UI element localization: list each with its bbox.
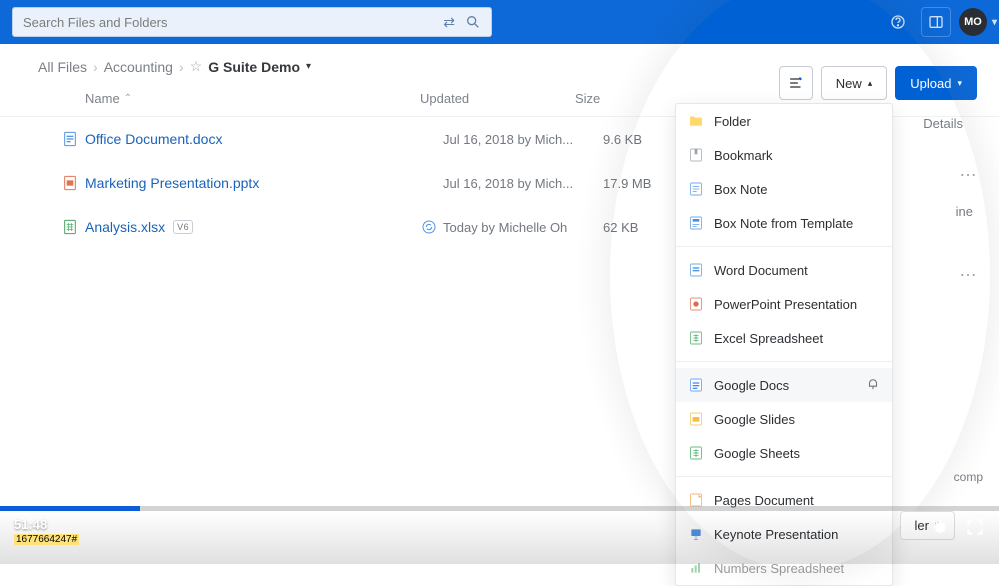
- col-name[interactable]: Name ⌃: [85, 91, 420, 106]
- file-docx-icon: [55, 131, 85, 147]
- notes-button[interactable]: [779, 66, 813, 100]
- search-input[interactable]: [23, 15, 443, 30]
- new-menu-word[interactable]: Word Document: [676, 253, 892, 287]
- upload-button[interactable]: Upload ▾: [895, 66, 977, 100]
- breadcrumb-mid[interactable]: Accounting: [104, 59, 173, 75]
- chevron-down-icon: ▾: [992, 17, 997, 28]
- file-name[interactable]: Analysis.xlsx V6: [85, 219, 415, 235]
- new-menu-excel[interactable]: Excel Spreadsheet: [676, 321, 892, 355]
- video-id: 1677664247#: [14, 534, 79, 545]
- new-menu-powerpoint[interactable]: PowerPoint Presentation: [676, 287, 892, 321]
- col-details[interactable]: Details: [923, 116, 963, 131]
- panel-toggle-icon[interactable]: [921, 7, 951, 37]
- breadcrumb-current[interactable]: G Suite Demo: [208, 59, 300, 75]
- file-size: 62 KB: [603, 220, 683, 235]
- filter-icon[interactable]: ⇄: [443, 14, 455, 31]
- file-pptx-icon: [55, 175, 85, 191]
- fullscreen-icon[interactable]: [965, 517, 985, 537]
- new-menu-google-docs[interactable]: Google Docs: [676, 368, 892, 402]
- new-button[interactable]: New ▴: [821, 66, 888, 100]
- search-icon[interactable]: [465, 14, 481, 31]
- cursor-icon: [866, 378, 880, 392]
- new-menu-bookmark[interactable]: Bookmark: [676, 138, 892, 172]
- file-updated: Today by Michelle Oh: [443, 220, 603, 235]
- help-icon[interactable]: [883, 7, 913, 37]
- star-icon[interactable]: ☆: [190, 58, 203, 75]
- file-size: 17.9 MB: [603, 176, 683, 191]
- file-size: 9.6 KB: [603, 132, 683, 147]
- chevron-right-icon: ›: [93, 59, 98, 75]
- avatar-initials: MO: [964, 16, 982, 28]
- sync-icon: [415, 219, 443, 235]
- breadcrumb-root[interactable]: All Files: [38, 59, 87, 75]
- sort-asc-icon: ⌃: [124, 93, 132, 104]
- avatar[interactable]: MO ▾: [959, 8, 987, 36]
- file-name[interactable]: Office Document.docx: [85, 131, 415, 147]
- file-xlsx-icon: [55, 219, 85, 235]
- video-time: 51:48: [14, 517, 79, 532]
- col-updated[interactable]: Updated: [420, 91, 575, 106]
- top-bar: ⇄ MO ▾: [0, 0, 999, 44]
- version-badge[interactable]: V6: [173, 220, 193, 234]
- sidebar-hint: ine: [956, 204, 973, 219]
- more-icon[interactable]: …: [959, 260, 977, 281]
- search-box[interactable]: ⇄: [12, 7, 492, 37]
- more-icon[interactable]: …: [959, 160, 977, 181]
- triangle-down-icon: ▾: [957, 78, 962, 89]
- file-updated: Jul 16, 2018 by Mich...: [443, 176, 603, 191]
- gear-icon[interactable]: [929, 517, 949, 537]
- new-menu-box-note[interactable]: Box Note: [676, 172, 892, 206]
- action-buttons: New ▴ Upload ▾: [779, 66, 977, 100]
- col-size[interactable]: Size: [575, 91, 675, 106]
- new-menu-folder[interactable]: Folder: [676, 104, 892, 138]
- new-menu-box-note-template[interactable]: Box Note from Template: [676, 206, 892, 240]
- chevron-down-icon[interactable]: ▾: [306, 61, 311, 72]
- file-name[interactable]: Marketing Presentation.pptx: [85, 175, 415, 191]
- triangle-up-icon: ▴: [868, 78, 873, 89]
- video-controls: 51:48 1677664247#: [0, 506, 999, 564]
- file-updated: Jul 16, 2018 by Mich...: [443, 132, 603, 147]
- footer-text: comp: [954, 470, 983, 484]
- new-menu-google-sheets[interactable]: Google Sheets: [676, 436, 892, 470]
- chevron-right-icon: ›: [179, 59, 184, 75]
- new-menu-google-slides[interactable]: Google Slides: [676, 402, 892, 436]
